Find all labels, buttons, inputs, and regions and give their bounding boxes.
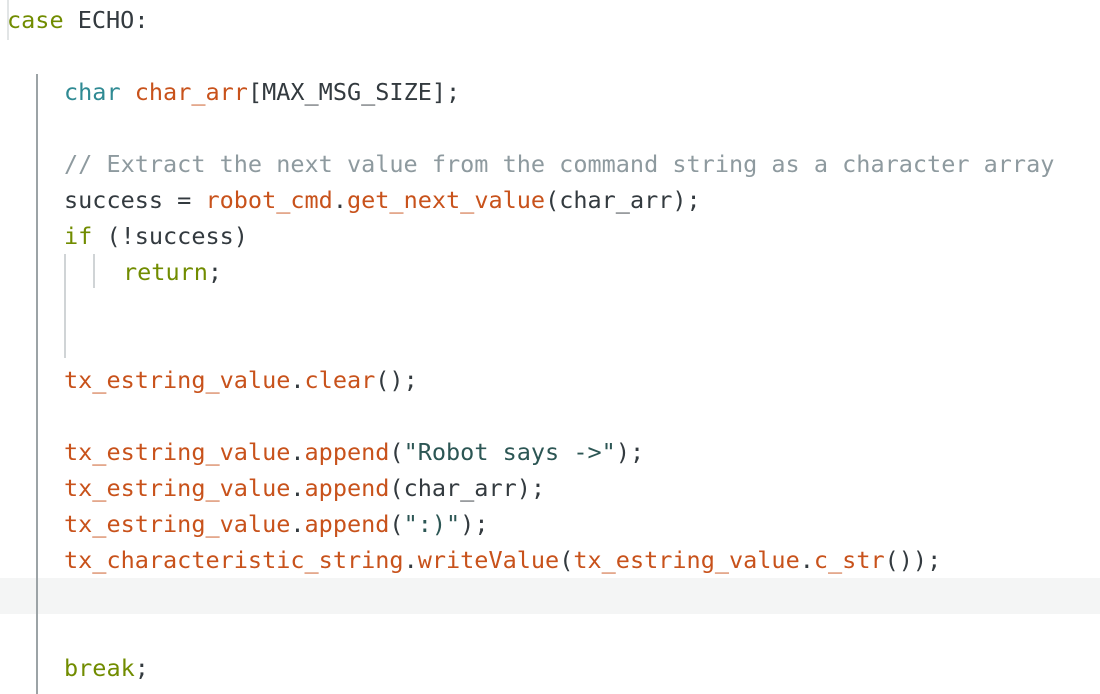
code-line[interactable] [0, 38, 1100, 74]
code-token-plain: [MAX_MSG_SIZE]; [247, 78, 461, 106]
code-token-plain: ( [389, 438, 404, 466]
code-token-plain: . [290, 474, 305, 502]
code-token-ident: tx_estring_value [64, 474, 291, 502]
code-token-plain: (char_arr); [545, 186, 701, 214]
code-line[interactable]: success = robot_cmd.get_next_value(char_… [0, 182, 1100, 218]
code-token-plain: . [332, 186, 347, 214]
code-line[interactable]: tx_estring_value.append("Robot says ->")… [0, 434, 1100, 470]
code-token-plain: success = [64, 186, 206, 214]
code-token-plain: ( [389, 510, 404, 538]
code-token-method: clear [304, 366, 376, 394]
code-token-string: "Robot says ->" [403, 438, 616, 466]
code-token-plain: . [290, 438, 305, 466]
code-token-method: append [304, 474, 390, 502]
code-token-plain: ; [207, 258, 223, 286]
code-token-plain: ); [615, 438, 645, 466]
code-line[interactable]: char char_arr[MAX_MSG_SIZE]; [0, 74, 1100, 110]
indent-guide [36, 74, 38, 694]
code-line[interactable]: break; [0, 650, 1100, 686]
indent-guide [93, 254, 95, 288]
code-token-plain: (); [375, 366, 418, 394]
code-token-ident: tx_estring_value [64, 510, 291, 538]
code-token-method: append [304, 438, 390, 466]
code-line[interactable]: tx_estring_value.append(":)"); [0, 506, 1100, 542]
code-token-type: char [64, 78, 121, 106]
code-token-plain: . [290, 366, 305, 394]
code-token-keyword: if [64, 222, 93, 250]
code-token-plain: . [403, 546, 418, 574]
code-token-ident: tx_estring_value [64, 366, 291, 394]
code-line[interactable]: // Extract the next value from the comma… [0, 146, 1100, 182]
code-token-keyword: break [64, 654, 135, 682]
code-line[interactable]: case ECHO: [0, 2, 1100, 38]
code-token-ident: tx_characteristic_string [64, 546, 404, 574]
code-token-ident: tx_estring_value [573, 546, 800, 574]
code-line[interactable] [0, 326, 1100, 362]
code-line[interactable]: tx_characteristic_string.writeValue(tx_e… [0, 542, 1100, 578]
code-line[interactable]: return; [0, 254, 1100, 290]
indent-guide [64, 254, 66, 358]
code-token-method: writeValue [417, 546, 560, 574]
code-editor[interactable]: { "colors": { "background": "#ffffff", "… [0, 0, 1100, 694]
code-token-plain: ); [460, 510, 489, 538]
code-token-string: ":)" [403, 510, 461, 538]
code-token-ident: char_arr [134, 78, 248, 106]
code-token-method: get_next_value [346, 186, 546, 214]
code-token-keyword: return [123, 258, 208, 286]
code-token-method: c_str [813, 546, 885, 574]
indent-guide [7, 0, 9, 40]
code-token-plain: . [290, 510, 305, 538]
code-line[interactable] [0, 290, 1100, 326]
code-token-plain: (char_arr); [389, 474, 546, 502]
code-token-plain: ECHO: [63, 6, 149, 34]
code-line[interactable]: tx_estring_value.append(char_arr); [0, 470, 1100, 506]
current-line[interactable] [0, 578, 1100, 614]
code-token-plain: ()); [884, 546, 942, 574]
code-line[interactable] [0, 110, 1100, 146]
code-token-plain: (!success) [92, 222, 248, 250]
code-line[interactable] [0, 614, 1100, 650]
code-token-comment: // Extract the next value from the comma… [64, 150, 1055, 178]
code-token-method: append [304, 510, 390, 538]
code-token-keyword: case [7, 6, 64, 34]
code-line[interactable]: if (!success) [0, 218, 1100, 254]
code-token-ident: robot_cmd [205, 186, 333, 214]
code-line[interactable]: tx_estring_value.clear(); [0, 362, 1100, 398]
code-line[interactable] [0, 398, 1100, 434]
code-token-plain: . [799, 546, 814, 574]
code-token-plain: ; [134, 654, 149, 682]
code-token-plain: ( [559, 546, 574, 574]
code-token-ident: tx_estring_value [64, 438, 291, 466]
